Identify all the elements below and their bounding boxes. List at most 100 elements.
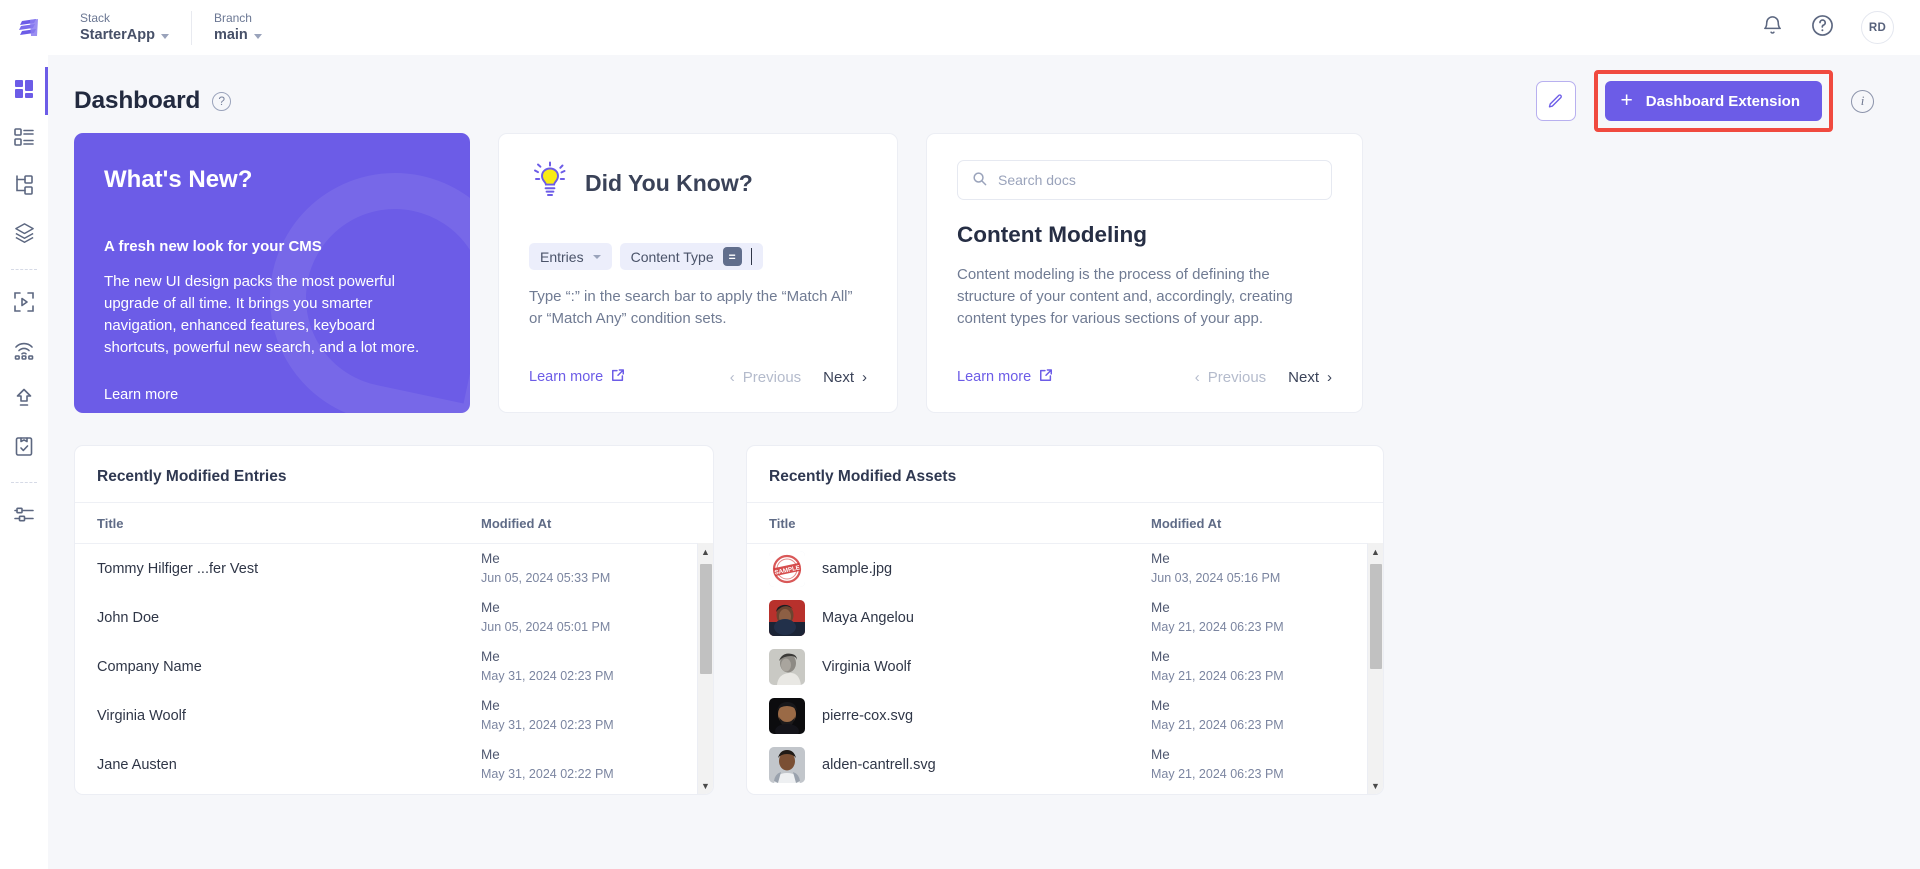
scroll-thumb[interactable] bbox=[1369, 564, 1382, 669]
whats-new-subtitle: A fresh new look for your CMS bbox=[104, 238, 322, 255]
scroll-track[interactable] bbox=[698, 560, 714, 777]
previous-label: Previous bbox=[742, 368, 802, 386]
notification-bell-icon[interactable] bbox=[1761, 14, 1784, 42]
sidebar-item-settings[interactable] bbox=[0, 493, 48, 541]
sidebar-item-entries[interactable] bbox=[0, 115, 48, 163]
asset-thumbnail bbox=[769, 648, 805, 685]
table-row[interactable]: SAMPLE sample.jpg Me Jun 03, 2024 05:16 PM bbox=[747, 544, 1383, 593]
sidebar-item-releases[interactable] bbox=[0, 328, 48, 376]
content-list-icon bbox=[13, 126, 35, 153]
table-row[interactable]: Maya Angelou Me May 21, 2024 06:23 PM bbox=[747, 593, 1383, 642]
modified-timestamp: May 21, 2024 06:23 PM bbox=[1151, 620, 1284, 634]
page-title: Dashboard bbox=[74, 87, 201, 114]
table-row[interactable]: alden-cantrell.svg Me May 21, 2024 06:23 P… bbox=[747, 740, 1383, 789]
row-title: sample.jpg bbox=[822, 560, 893, 577]
chip-content-type-label: Content Type bbox=[630, 248, 714, 265]
equals-operator-badge[interactable]: = bbox=[722, 247, 742, 266]
play-frame-icon bbox=[13, 291, 35, 318]
next-label: Next bbox=[823, 368, 854, 386]
whats-new-learn-more-link[interactable]: Learn more bbox=[104, 387, 440, 403]
cell-title: Maya Angelou bbox=[769, 599, 1151, 636]
modified-timestamp: May 31, 2024 02:22 PM bbox=[481, 767, 614, 781]
avatar[interactable]: RD bbox=[1861, 11, 1894, 44]
stack-selector[interactable]: Stack StarterApp bbox=[58, 11, 191, 45]
sidebar-item-content-types[interactable] bbox=[0, 163, 48, 211]
sitemap-icon bbox=[13, 174, 35, 201]
docs-search-input[interactable]: Search docs bbox=[957, 160, 1332, 200]
content-modeling-footer: Learn more ‹ Previous Next › bbox=[957, 368, 1332, 386]
sidebar-item-live-preview[interactable] bbox=[0, 280, 48, 328]
column-header-modified-at: Modified At bbox=[1151, 515, 1222, 531]
external-link-icon bbox=[611, 368, 625, 386]
sidebar-item-publish[interactable] bbox=[0, 376, 48, 424]
sidebar-item-dashboard[interactable] bbox=[0, 67, 48, 115]
cell-modified-at: Me May 21, 2024 06:23 PM bbox=[1151, 698, 1361, 733]
table-row[interactable]: pierre-cox.svg Me May 21, 2024 06:23 PM bbox=[747, 691, 1383, 740]
did-you-know-footer: Learn more ‹ Previous Next › bbox=[529, 368, 867, 386]
did-you-know-learn-more-link[interactable]: Learn more bbox=[529, 368, 625, 386]
scroll-up-arrow-icon[interactable]: ▲ bbox=[1371, 543, 1380, 560]
scroll-up-arrow-icon[interactable]: ▲ bbox=[701, 543, 710, 560]
stack-value: StarterApp bbox=[80, 26, 169, 45]
modified-timestamp: Jun 05, 2024 05:01 PM bbox=[481, 620, 611, 634]
assets-scrollbar[interactable]: ▲ ▼ bbox=[1367, 543, 1383, 794]
add-dashboard-extension-button[interactable]: + Dashboard Extension bbox=[1604, 81, 1822, 121]
row-title: Virginia Woolf bbox=[822, 658, 911, 675]
previous-label: Previous bbox=[1207, 368, 1267, 386]
cell-title: John Doe bbox=[97, 610, 481, 626]
next-button[interactable]: Next › bbox=[823, 369, 867, 386]
cell-title: pierre-cox.svg bbox=[769, 697, 1151, 734]
table-row[interactable]: Virginia Woolf Me May 21, 2024 06:23 PM bbox=[747, 642, 1383, 691]
table-row[interactable]: Tommy Hilfiger ...fer Vest Me Jun 05, 2024… bbox=[75, 544, 713, 593]
help-question-icon[interactable] bbox=[1810, 13, 1835, 43]
sidebar-item-assets[interactable] bbox=[0, 211, 48, 259]
plus-icon: + bbox=[1620, 88, 1633, 112]
cell-title: Jane Austen bbox=[97, 757, 481, 773]
previous-button[interactable]: ‹ Previous bbox=[730, 369, 801, 386]
scroll-track[interactable] bbox=[1368, 560, 1384, 777]
branch-selector[interactable]: Branch main bbox=[190, 10, 284, 45]
sliders-settings-icon bbox=[13, 504, 35, 531]
row-title: John Doe bbox=[97, 609, 160, 626]
chip-entries[interactable]: Entries bbox=[529, 243, 612, 270]
scroll-down-arrow-icon[interactable]: ▼ bbox=[701, 777, 710, 794]
did-you-know-body: Type “:” in the search bar to apply the … bbox=[529, 288, 853, 327]
search-condition-chips: Entries Content Type = bbox=[529, 243, 867, 270]
cell-modified-at: Me Jun 05, 2024 05:33 PM bbox=[481, 551, 691, 586]
table-row[interactable]: Virginia Woolf Me May 31, 2024 02:23 PM bbox=[75, 691, 713, 740]
did-you-know-card: Did You Know? Entries Content Type = Typ… bbox=[498, 133, 898, 413]
sidebar-item-workflow[interactable] bbox=[0, 424, 48, 472]
chip-content-type[interactable]: Content Type = bbox=[619, 243, 764, 270]
next-label: Next bbox=[1288, 368, 1319, 386]
asset-thumbnail: SAMPLE bbox=[769, 550, 805, 587]
contentstack-logo-icon[interactable] bbox=[0, 15, 58, 41]
branch-value: main bbox=[214, 26, 262, 45]
previous-button[interactable]: ‹ Previous bbox=[1195, 369, 1266, 386]
content-modeling-learn-more-link[interactable]: Learn more bbox=[957, 368, 1053, 386]
context-selectors: Stack StarterApp Branch main bbox=[58, 0, 284, 55]
recent-assets-header-row: Title Modified At bbox=[747, 503, 1383, 543]
clipboard-check-icon bbox=[13, 435, 35, 462]
modified-timestamp: May 21, 2024 06:23 PM bbox=[1151, 767, 1284, 781]
pencil-edit-icon[interactable] bbox=[1535, 81, 1576, 121]
table-row[interactable]: Company Name Me May 31, 2024 02:23 PM bbox=[75, 642, 713, 691]
question-circle-icon[interactable]: ? bbox=[212, 91, 232, 111]
chevron-right-icon: › bbox=[862, 368, 867, 386]
cell-title: SAMPLE sample.jpg bbox=[769, 550, 1151, 587]
next-button[interactable]: Next › bbox=[1288, 369, 1332, 386]
scroll-thumb[interactable] bbox=[699, 564, 712, 674]
left-nav-rail bbox=[0, 55, 48, 869]
scroll-down-arrow-icon[interactable]: ▼ bbox=[1371, 777, 1380, 794]
modified-by: Me bbox=[481, 747, 500, 762]
row-title: Maya Angelou bbox=[822, 609, 914, 626]
info-circle-icon[interactable]: i bbox=[1851, 89, 1874, 113]
dashboard-extension-highlight: + Dashboard Extension bbox=[1593, 70, 1833, 132]
modified-by: Me bbox=[1151, 649, 1170, 664]
content-modeling-learn-more-label: Learn more bbox=[957, 369, 1032, 385]
table-row[interactable]: John Doe Me Jun 05, 2024 05:01 PM bbox=[75, 593, 713, 642]
entries-scrollbar[interactable]: ▲ ▼ bbox=[697, 543, 713, 794]
cell-title: Company Name bbox=[97, 659, 481, 675]
asset-thumbnail bbox=[769, 746, 805, 783]
table-row[interactable]: Jane Austen Me May 31, 2024 02:22 PM bbox=[75, 740, 713, 789]
content-modeling-card: Search docs Content Modeling Content mod… bbox=[926, 133, 1363, 413]
